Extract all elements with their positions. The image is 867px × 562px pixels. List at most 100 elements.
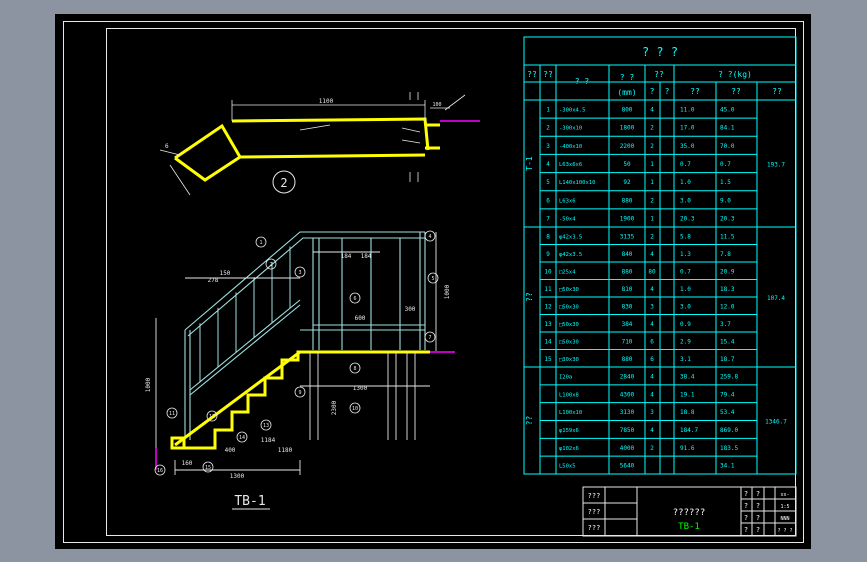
dim-seg: 150 — [220, 270, 231, 277]
cell-sum: 869.0 — [720, 427, 738, 434]
callout-label: 3 — [298, 270, 301, 276]
cell-unit: 184.7 — [680, 427, 698, 434]
cell-sum: 0.7 — [720, 161, 731, 168]
elevation-title: TB-1 — [234, 494, 265, 509]
cell-qty: 2 — [650, 197, 654, 204]
callout-label: 12 — [209, 414, 215, 420]
callout-label: 8 — [353, 366, 356, 372]
header-col5: ?? — [654, 70, 664, 79]
cell-qty: 3 — [650, 409, 654, 416]
tb-center-title: ?????? — [673, 508, 706, 518]
table-title: ? ? ? — [642, 45, 678, 59]
callout-label: 15 — [205, 465, 211, 471]
dim-400: 400 — [225, 447, 236, 454]
group-total: 107.4 — [767, 295, 785, 302]
cell-no: 9 — [546, 251, 550, 258]
cell-no: 11 — [544, 286, 552, 293]
cell-sum: 53.4 — [720, 409, 735, 416]
cell-sum: 3.7 — [720, 321, 731, 328]
tb-r4b: ? — [756, 526, 760, 534]
tb-r1b: ? — [756, 490, 760, 498]
cell-sum: 183.5 — [720, 445, 738, 452]
cell-spec: □50x30 — [559, 287, 579, 293]
cell-len: 830 — [622, 303, 633, 310]
cell-qty: 4 — [650, 286, 654, 293]
dim-bar2: 184 — [361, 253, 372, 260]
header-weight-c: ?? — [772, 87, 782, 96]
callout-label: 14 — [239, 435, 245, 441]
tb-r4c: ? ? ? — [777, 528, 792, 534]
cell-sum: 20.9 — [720, 268, 735, 275]
cell-len: 810 — [622, 286, 633, 293]
cell-spec: -400x10 — [559, 144, 582, 150]
cell-spec: □50x30 — [559, 339, 579, 345]
tb-drawing-code: TB-1 — [678, 522, 700, 532]
cell-unit: 3.0 — [680, 197, 691, 204]
cell-qty: 6 — [650, 338, 654, 345]
cell-qty: 2 — [650, 233, 654, 240]
cell-no: 10 — [544, 268, 552, 275]
cell-no: 2 — [546, 125, 550, 132]
cell-spec: -300x10 — [559, 126, 582, 132]
group-total: 193.7 — [767, 162, 785, 169]
cell-spec: □25x4 — [559, 269, 576, 275]
cell-qty: 80 — [648, 268, 656, 275]
cell-qty: 1 — [650, 179, 654, 186]
cell-sum: 1.5 — [720, 179, 731, 186]
cell-sum: 45.0 — [720, 107, 735, 114]
cell-sum: 12.0 — [720, 303, 735, 310]
tb-r4a: ? — [744, 526, 748, 534]
cell-spec: □50x30 — [559, 322, 579, 328]
cell-sum: 70.0 — [720, 143, 735, 150]
cell-spec: φ102x6 — [559, 446, 579, 452]
cell-unit: 18.8 — [680, 409, 695, 416]
cell-no: 15 — [544, 356, 552, 363]
cell-qty: 4 — [650, 251, 654, 258]
tb-r3c: NNN — [780, 516, 789, 522]
callout-label: 7 — [428, 335, 431, 341]
dim-step: 160 — [182, 460, 193, 467]
cell-unit: 1.3 — [680, 251, 691, 258]
cell-unit: 3.1 — [680, 356, 691, 363]
cell-spec: L50x5 — [559, 464, 576, 470]
cell-no: 14 — [544, 338, 552, 345]
cell-spec: I20a — [559, 374, 572, 380]
cell-qty: 4 — [650, 107, 654, 114]
cell-len: 3135 — [620, 233, 635, 240]
cell-qty: 4 — [650, 391, 654, 398]
cell-sum: 84.1 — [720, 125, 735, 132]
cell-unit: 0.9 — [680, 321, 691, 328]
cell-no: 6 — [546, 197, 550, 204]
cell-len: 710 — [622, 338, 633, 345]
cell-len: 1900 — [620, 215, 635, 222]
cell-unit: 1.0 — [680, 286, 691, 293]
section-annotation: 6 — [165, 143, 169, 150]
dim-mid: 600 — [355, 315, 366, 322]
cell-no: 1 — [546, 107, 550, 114]
cell-len: 880 — [622, 356, 633, 363]
header-col3: ? ? — [575, 77, 590, 86]
cell-spec: -300x4.5 — [559, 108, 586, 114]
group-label: T-1 — [525, 156, 534, 171]
dim-278: 278 — [208, 277, 219, 284]
tb-label-2: ??? — [588, 508, 601, 516]
header-col4-unit: (mm) — [617, 88, 636, 97]
cell-unit: 3.0 — [680, 303, 691, 310]
dim-bar: 184 — [341, 253, 352, 260]
dim-mid2: 1300 — [353, 385, 368, 392]
cell-no: 7 — [546, 215, 550, 222]
cell-no: 8 — [546, 233, 550, 240]
section-dim-right: 100 — [432, 102, 441, 108]
callout-label: 11 — [169, 411, 175, 417]
cell-spec: L100x8 — [559, 392, 579, 398]
cell-spec: L100x10 — [559, 410, 582, 416]
cell-unit: 20.3 — [680, 215, 695, 222]
cell-spec: φ159x6 — [559, 428, 579, 434]
dim-bottom: 1300 — [230, 473, 245, 480]
cell-qty: 4 — [650, 427, 654, 434]
cell-spec: □50x30 — [559, 304, 579, 310]
tb-r3b: ? — [756, 514, 760, 522]
cell-unit: 19.1 — [680, 391, 695, 398]
tb-r2a: ? — [744, 502, 748, 510]
header-weight-a: ?? — [690, 87, 700, 96]
